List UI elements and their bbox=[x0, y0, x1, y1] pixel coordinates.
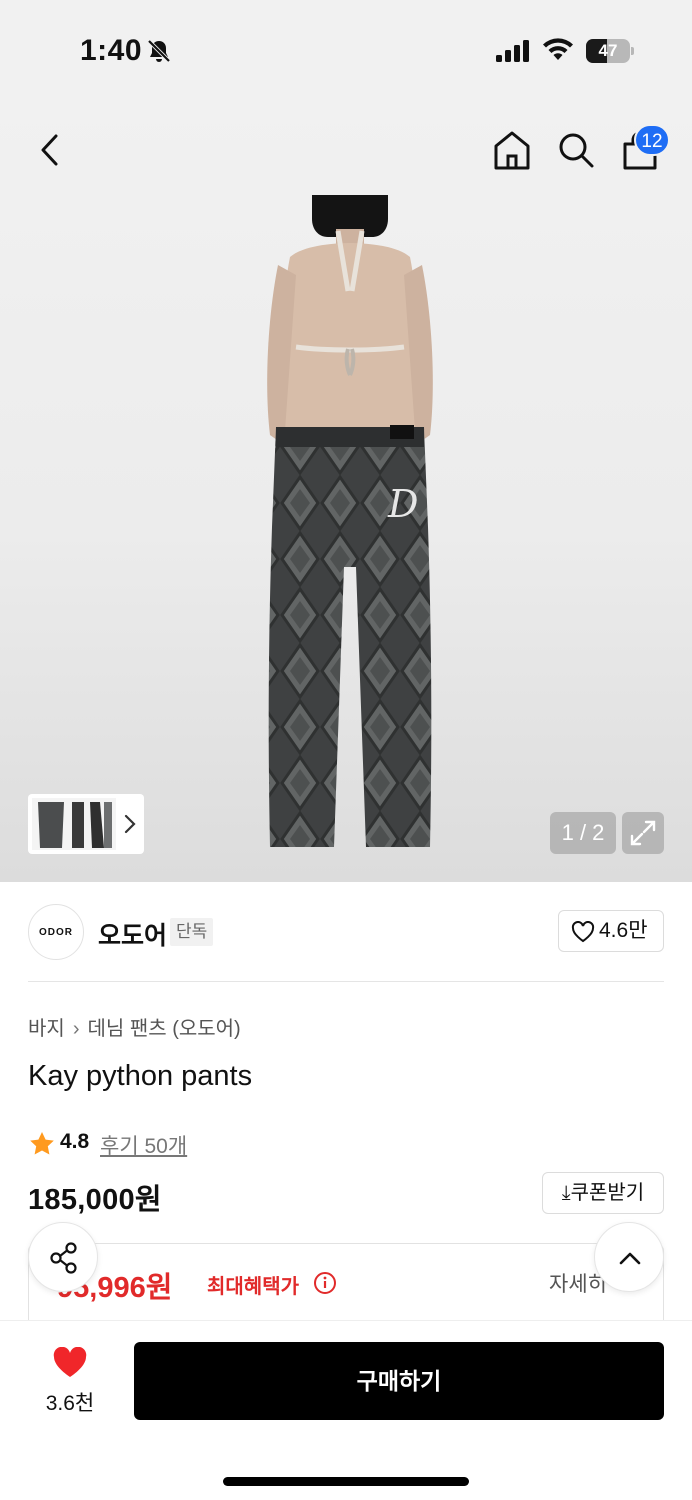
chevron-right-icon[interactable] bbox=[122, 810, 138, 838]
expand-icon bbox=[630, 820, 656, 846]
status-time: 1:40 bbox=[80, 34, 143, 67]
heart-filled-icon[interactable] bbox=[52, 1347, 88, 1379]
signal-icon bbox=[496, 40, 529, 62]
brand-logo[interactable]: ODOR bbox=[28, 904, 84, 960]
svg-text:D: D bbox=[387, 482, 418, 526]
status-bar: 1:40 47 bbox=[0, 0, 692, 100]
battery-icon: 47 bbox=[586, 39, 634, 63]
breadcrumb-subcategory[interactable]: 데님 팬츠 (오도어) bbox=[87, 1018, 240, 1040]
info-icon[interactable] bbox=[313, 1271, 337, 1295]
coupon-label: 쿠폰받기 bbox=[570, 1182, 645, 1204]
scroll-top-button[interactable] bbox=[594, 1222, 664, 1292]
product-title: Kay python pants bbox=[28, 1060, 253, 1092]
review-count-link[interactable]: 후기 50개 bbox=[100, 1130, 187, 1160]
chevron-up-icon bbox=[619, 1252, 641, 1265]
home-indicator bbox=[223, 1477, 469, 1486]
bottom-action-bar: 3.6천 구매하기 bbox=[0, 1320, 692, 1500]
product-price: 185,000원 bbox=[28, 1184, 162, 1216]
bell-off-icon bbox=[147, 39, 171, 63]
battery-level: 47 bbox=[598, 41, 618, 60]
share-button[interactable] bbox=[28, 1222, 98, 1292]
thumbnail-strip[interactable] bbox=[28, 794, 144, 854]
search-icon[interactable] bbox=[556, 130, 596, 170]
share-icon bbox=[50, 1242, 77, 1274]
product-image[interactable]: D bbox=[240, 195, 460, 855]
cart-count-badge: 12 bbox=[634, 124, 670, 156]
coupon-button[interactable]: ⤓쿠폰받기 bbox=[542, 1172, 664, 1214]
star-icon bbox=[30, 1132, 54, 1155]
brand-like-button[interactable]: 4.6만 bbox=[558, 910, 664, 952]
home-icon[interactable] bbox=[492, 128, 532, 172]
wifi-icon bbox=[543, 38, 573, 60]
divider bbox=[28, 981, 664, 982]
rating-value: 4.8 bbox=[60, 1130, 90, 1153]
chevron-right-icon: › bbox=[72, 1018, 80, 1040]
wish-count: 3.6천 bbox=[45, 1392, 95, 1415]
heart-outline-icon bbox=[571, 921, 595, 943]
exclusive-tag: 단독 bbox=[170, 918, 214, 946]
product-gallery[interactable]: 12 D 1 / 2 bbox=[0, 100, 692, 882]
breadcrumb: 바지 › 데님 팬츠 (오도어) bbox=[28, 1012, 241, 1041]
thumbnail-image[interactable] bbox=[32, 798, 116, 850]
max-benefit-label: 최대혜택가 bbox=[207, 1276, 299, 1298]
brand-like-count: 4.6만 bbox=[599, 919, 648, 942]
download-icon: ⤓ bbox=[561, 1182, 571, 1204]
back-icon[interactable] bbox=[34, 130, 66, 170]
brand-name[interactable]: 오도어 bbox=[98, 916, 167, 952]
image-counter: 1 / 2 bbox=[550, 812, 616, 854]
buy-button[interactable]: 구매하기 bbox=[134, 1342, 664, 1420]
breadcrumb-category[interactable]: 바지 bbox=[28, 1018, 65, 1040]
expand-button[interactable] bbox=[622, 812, 664, 854]
